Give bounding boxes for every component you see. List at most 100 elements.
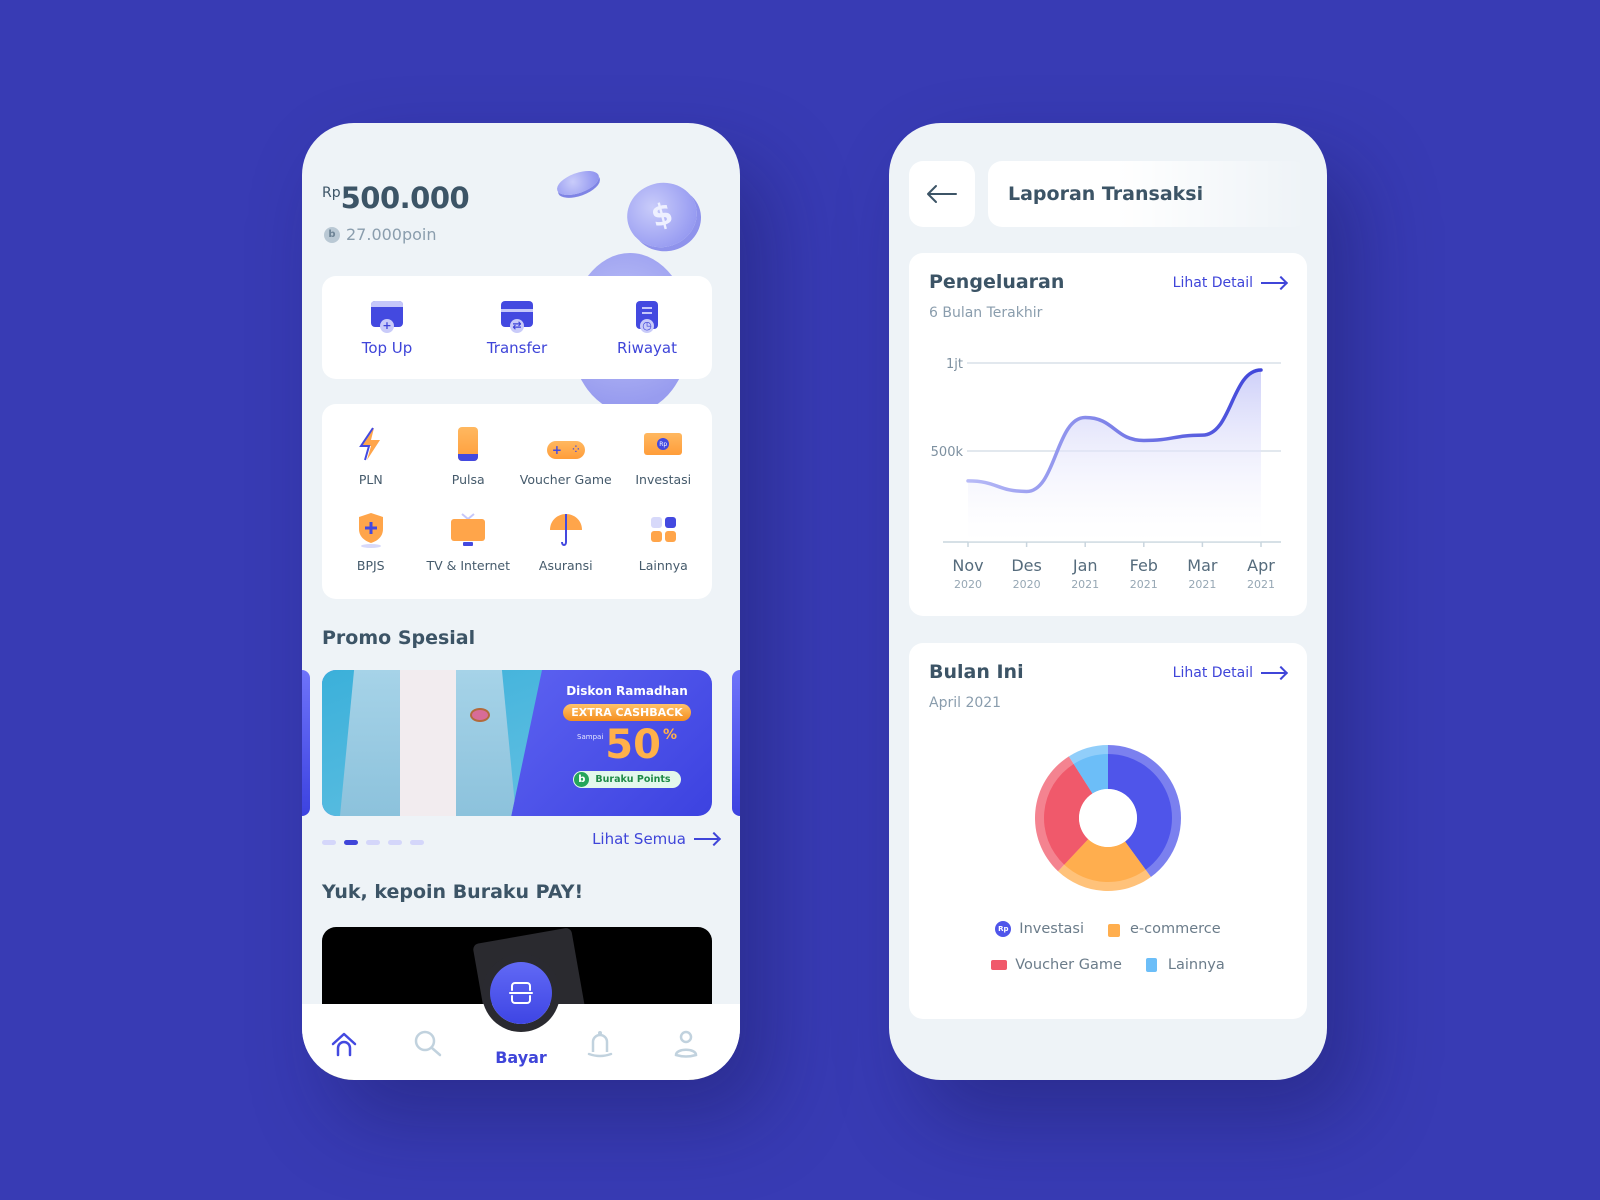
balance: Rp500.000 [322, 181, 470, 215]
legend-row-1: Rp Investasi e-commerce [909, 921, 1307, 937]
pagination-dot[interactable] [388, 840, 402, 845]
service-label: PLN [358, 472, 383, 487]
arrow-right-icon [1261, 672, 1285, 674]
x-tick-year: 2020 [954, 578, 982, 591]
service-pln[interactable]: PLN [322, 418, 420, 504]
history-receipt-icon: ◷ [629, 299, 665, 333]
tv-icon [448, 512, 488, 548]
quick-action-top-up[interactable]: + Top Up [332, 299, 442, 357]
pagination-dot[interactable] [344, 840, 358, 845]
promo-text: Diskon Ramadhan EXTRA CASHBACK Sampai 50… [552, 684, 702, 788]
buraku-points-badge: b Buraku Points [573, 771, 681, 788]
quick-action-transfer[interactable]: ⇄ Transfer [462, 299, 572, 357]
expense-panel: Pengeluaran 6 Bulan Terakhir Lihat Detai… [909, 253, 1307, 616]
x-tick-year: 2021 [1130, 578, 1158, 591]
report-screen: Laporan Transaksi Pengeluaran 6 Bulan Te… [889, 123, 1327, 1080]
promo-value: 50 [605, 722, 661, 768]
lightning-icon [351, 426, 391, 462]
area-fill [968, 370, 1261, 542]
quick-actions-card: + Top Up ⇄ Transfer ◷ Riwayat [322, 276, 712, 379]
month-title: Bulan Ini [929, 661, 1024, 683]
x-tick-label: Feb [1130, 556, 1158, 575]
service-investasi[interactable]: Rp Investasi [615, 418, 713, 504]
service-label: BPJS [356, 557, 385, 573]
phone-icon [448, 426, 488, 462]
service-pulsa[interactable]: Pulsa [420, 418, 518, 504]
y-tick-label: 1jt [946, 357, 963, 372]
promo-photo [322, 670, 542, 816]
promo-unit: % [662, 727, 677, 743]
month-detail-link[interactable]: Lihat Detail [1173, 665, 1285, 681]
promo-prefix: Sampai [577, 733, 604, 741]
money-icon: Rp [643, 426, 683, 462]
coin-decoration [553, 166, 603, 200]
x-tick-label: Apr [1247, 556, 1275, 575]
promo-pagination [322, 840, 424, 845]
back-button[interactable] [909, 161, 975, 227]
bell-icon [587, 1031, 613, 1058]
category-donut-chart [1035, 745, 1181, 891]
card-icon [1144, 957, 1160, 973]
service-label: Investasi [635, 472, 692, 487]
page-title: Laporan Transaksi [988, 161, 1308, 227]
tab-notifications[interactable] [580, 1026, 620, 1062]
dollar-coin-decoration: $ [619, 175, 705, 255]
x-tick-label: Mar [1187, 556, 1218, 575]
quick-action-label: Transfer [486, 338, 548, 357]
pay-scan-button[interactable] [490, 962, 552, 1024]
balance-currency: Rp [322, 185, 341, 201]
umbrella-icon [546, 512, 586, 548]
month-panel: Bulan Ini April 2021 Lihat Detail Rp Inv… [909, 643, 1307, 1019]
profile-icon [674, 1030, 698, 1058]
x-tick-label: Des [1011, 556, 1042, 575]
promo-banner[interactable]: Diskon Ramadhan EXTRA CASHBACK Sampai 50… [322, 670, 712, 816]
quick-action-label: Top Up [361, 338, 413, 357]
ticket-icon [991, 957, 1008, 973]
service-asuransi[interactable]: Asuransi [517, 504, 615, 590]
month-subtitle: April 2021 [929, 695, 1002, 711]
home-screen: $ Rp500.000 b 27.000poin + Top Up ⇄ Tran… [302, 123, 740, 1080]
arrow-left-icon [927, 185, 957, 203]
service-tv-internet[interactable]: TV & Internet [420, 504, 518, 590]
grid-icon [643, 512, 683, 548]
promo-prev-peek[interactable] [302, 670, 310, 816]
arrow-right-icon [694, 838, 718, 840]
promo-headline: Diskon Ramadhan [566, 684, 688, 698]
balance-amount: 500.000 [340, 181, 470, 215]
see-all-link[interactable]: Lihat Semua [592, 830, 718, 848]
gamepad-icon: + ⁘ [546, 426, 586, 462]
x-tick-label: Jan [1072, 556, 1098, 575]
expense-line-chart: 500k 1jt Nov 2020 Des 2020 Jan 2021 Feb 2021 Mar 20… [931, 357, 1281, 591]
buraku-points-icon: b [574, 772, 590, 787]
bottom-tab-bar: Bayar [302, 962, 740, 1080]
promo-next-peek[interactable] [732, 670, 740, 816]
service-lainnya[interactable]: Lainnya [615, 504, 713, 590]
rp-coin-icon: Rp [995, 921, 1012, 937]
scan-icon [509, 982, 533, 1004]
quick-action-label: Riwayat [617, 338, 677, 357]
wallet-plus-icon: + [369, 299, 405, 333]
explore-section-title: Yuk, kepoin Buraku PAY! [322, 881, 584, 903]
service-label: Pulsa [451, 472, 485, 487]
legend-voucher-game: Voucher Game [991, 957, 1122, 973]
legend-e-commerce: e-commerce [1106, 921, 1221, 937]
legend-investasi: Rp Investasi [995, 921, 1084, 937]
pagination-dot[interactable] [366, 840, 380, 845]
service-voucher-game[interactable]: + ⁘ Voucher Game [517, 418, 615, 504]
quick-action-riwayat[interactable]: ◷ Riwayat [592, 299, 702, 357]
shield-plus-icon [351, 512, 391, 548]
x-tick-year: 2021 [1071, 578, 1099, 591]
x-tick-year: 2020 [1013, 578, 1041, 591]
pagination-dot[interactable] [410, 840, 424, 845]
y-tick-label: 500k [931, 445, 964, 460]
x-tick-year: 2021 [1247, 578, 1275, 591]
service-bpjs[interactable]: BPJS [322, 504, 420, 590]
pagination-dot[interactable] [322, 840, 336, 845]
service-label: Voucher Game [519, 472, 612, 487]
donut-hole [1079, 789, 1137, 847]
x-tick-label: Nov [952, 556, 983, 575]
tab-profile[interactable] [666, 1026, 706, 1062]
promo-section-title: Promo Spesial [322, 627, 476, 649]
promo-pill: EXTRA CASHBACK [563, 704, 691, 721]
service-label: Asuransi [538, 557, 593, 573]
